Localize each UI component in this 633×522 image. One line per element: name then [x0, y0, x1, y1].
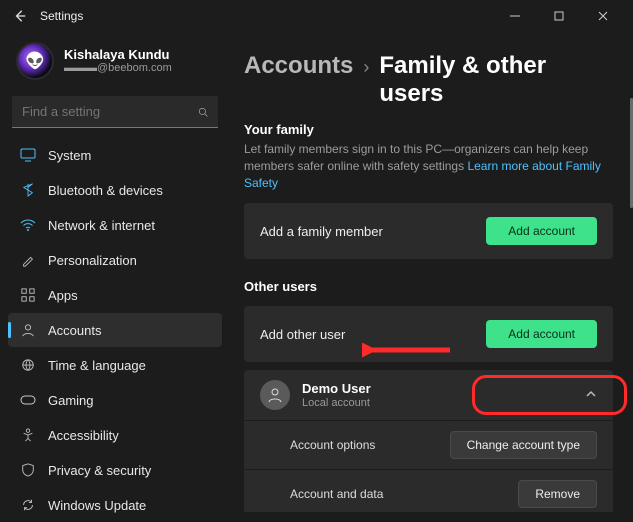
add-other-user-button[interactable]: Add account: [486, 320, 597, 348]
nav-label: Windows Update: [48, 498, 146, 513]
titlebar: Settings: [0, 0, 633, 32]
nav-accounts[interactable]: Accounts: [8, 313, 222, 347]
minimize-button[interactable]: [493, 2, 537, 30]
user-card-demo: Demo User Local account Account options …: [244, 370, 613, 512]
nav-label: Apps: [48, 288, 78, 303]
user-email: ▬▬▬@beebom.com: [64, 62, 172, 75]
nav-label: Privacy & security: [48, 463, 151, 478]
close-button[interactable]: [581, 2, 625, 30]
search-icon: [198, 105, 208, 119]
user-profile[interactable]: 👽 Kishalaya Kundu ▬▬▬@beebom.com: [6, 36, 224, 92]
other-users-section: Other users Add other user Add account D…: [244, 279, 613, 512]
minimize-icon: [510, 11, 520, 21]
update-icon: [20, 497, 36, 513]
window-title: Settings: [40, 9, 83, 23]
brush-icon: [20, 252, 36, 268]
person-icon: [260, 380, 290, 410]
nav-label: Gaming: [48, 393, 94, 408]
change-account-type-button[interactable]: Change account type: [450, 431, 597, 459]
nav-label: Bluetooth & devices: [48, 183, 163, 198]
nav-windows-update[interactable]: Windows Update: [8, 488, 222, 522]
nav-personalization[interactable]: Personalization: [8, 243, 222, 277]
wifi-icon: [20, 217, 36, 233]
nav-label: Network & internet: [48, 218, 155, 233]
bluetooth-icon: [20, 182, 36, 198]
nav-accessibility[interactable]: Accessibility: [8, 418, 222, 452]
add-other-user-card: Add other user Add account: [244, 306, 613, 362]
nav-list: System Bluetooth & devices Network & int…: [6, 138, 224, 522]
family-section: Your family Let family members sign in t…: [244, 122, 613, 259]
page-title: Family & other users: [379, 52, 613, 108]
gamepad-icon: [20, 392, 36, 408]
nav-privacy[interactable]: Privacy & security: [8, 453, 222, 487]
globe-icon: [20, 357, 36, 373]
apps-icon: [20, 287, 36, 303]
nav-apps[interactable]: Apps: [8, 278, 222, 312]
search-input[interactable]: [12, 96, 218, 128]
search-field[interactable]: [22, 104, 198, 119]
sidebar: 👽 Kishalaya Kundu ▬▬▬@beebom.com System …: [0, 32, 230, 512]
nav-time-language[interactable]: Time & language: [8, 348, 222, 382]
add-family-button[interactable]: Add account: [486, 217, 597, 245]
nav-gaming[interactable]: Gaming: [8, 383, 222, 417]
account-data-row: Account and data Remove: [244, 469, 613, 512]
breadcrumb-parent[interactable]: Accounts: [244, 52, 353, 80]
family-description: Let family members sign in to this PC—or…: [244, 141, 613, 191]
accessibility-icon: [20, 427, 36, 443]
account-options-row: Account options Change account type: [244, 420, 613, 469]
chevron-right-icon: ›: [363, 57, 369, 78]
nav-label: Accounts: [48, 323, 101, 338]
display-icon: [20, 147, 36, 163]
maximize-icon: [554, 11, 564, 21]
nav-network[interactable]: Network & internet: [8, 208, 222, 242]
arrow-left-icon: [13, 9, 27, 23]
nav-label: Time & language: [48, 358, 146, 373]
other-users-heading: Other users: [244, 279, 613, 294]
back-button[interactable]: [8, 4, 32, 28]
main-content: Accounts › Family & other users Your fam…: [230, 32, 633, 512]
account-data-label: Account and data: [290, 487, 518, 501]
user-name: Kishalaya Kundu: [64, 47, 172, 63]
account-options-label: Account options: [290, 438, 450, 452]
chevron-up-icon: [585, 388, 597, 403]
family-heading: Your family: [244, 122, 613, 137]
shield-icon: [20, 462, 36, 478]
nav-bluetooth[interactable]: Bluetooth & devices: [8, 173, 222, 207]
add-family-label: Add a family member: [260, 224, 486, 239]
maximize-button[interactable]: [537, 2, 581, 30]
nav-system[interactable]: System: [8, 138, 222, 172]
nav-label: Accessibility: [48, 428, 119, 443]
close-icon: [598, 11, 608, 21]
add-family-card: Add a family member Add account: [244, 203, 613, 259]
avatar: 👽: [16, 42, 54, 80]
nav-label: System: [48, 148, 91, 163]
add-other-user-label: Add other user: [260, 327, 486, 342]
user-name: Demo User: [302, 381, 573, 397]
user-subtitle: Local account: [302, 397, 573, 410]
remove-account-button[interactable]: Remove: [518, 480, 597, 508]
nav-label: Personalization: [48, 253, 137, 268]
breadcrumb: Accounts › Family & other users: [244, 52, 613, 108]
user-header[interactable]: Demo User Local account: [244, 370, 613, 420]
person-icon: [20, 322, 36, 338]
